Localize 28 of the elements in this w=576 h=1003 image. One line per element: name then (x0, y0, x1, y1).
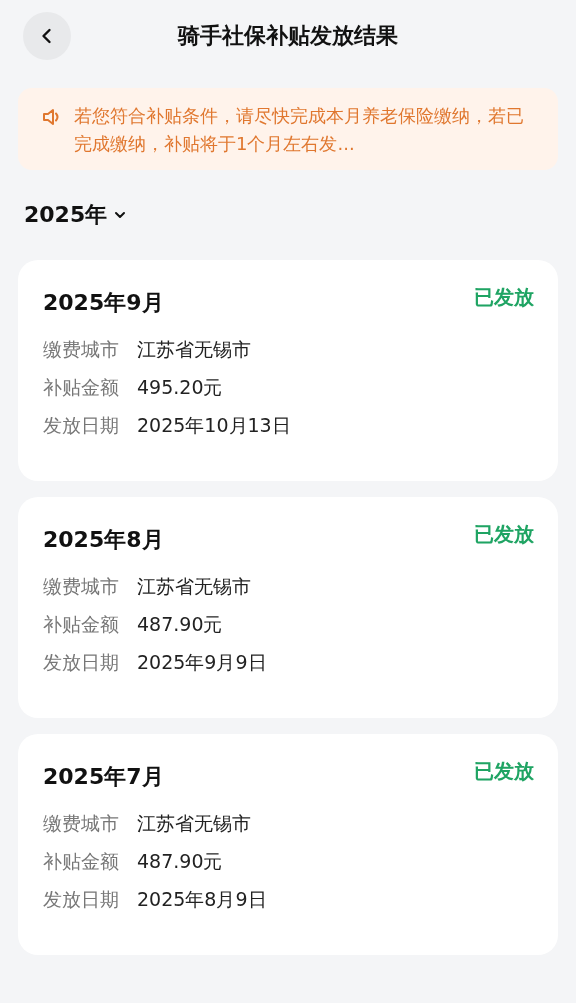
status-label: 已发放 (474, 284, 534, 311)
status-label: 已发放 (474, 521, 534, 548)
field-value: 江苏省无锡市 (137, 574, 251, 599)
field-label: 补贴金额 (43, 612, 119, 637)
field-label: 缴费城市 (43, 811, 119, 836)
field-label: 缴费城市 (43, 337, 119, 362)
field-value: 2025年9月9日 (137, 650, 267, 675)
record-month: 2025年8月 (43, 526, 164, 554)
back-button[interactable] (23, 12, 71, 60)
field-label: 缴费城市 (43, 574, 119, 599)
year-selector[interactable]: 2025年 (24, 200, 128, 230)
field-value: 487.90元 (137, 612, 223, 637)
record-month: 2025年9月 (43, 289, 164, 317)
field-value: 2025年8月9日 (137, 887, 267, 912)
field-value: 江苏省无锡市 (137, 337, 251, 362)
field-value: 487.90元 (137, 849, 223, 874)
record-month: 2025年7月 (43, 763, 164, 791)
field-label: 补贴金额 (43, 375, 119, 400)
field-label: 补贴金额 (43, 849, 119, 874)
field-value: 江苏省无锡市 (137, 811, 251, 836)
field-label: 发放日期 (43, 413, 119, 438)
field-label: 发放日期 (43, 650, 119, 675)
field-value: 495.20元 (137, 375, 223, 400)
status-label: 已发放 (474, 758, 534, 785)
page-title: 骑手社保补贴发放结果 (178, 22, 398, 50)
notice-text: 若您符合补贴条件，请尽快完成本月养老保险缴纳，若已完成缴纳，补贴将于1个月左右发... (74, 104, 525, 156)
field-value: 2025年10月13日 (137, 413, 291, 438)
field-label: 发放日期 (43, 887, 119, 912)
